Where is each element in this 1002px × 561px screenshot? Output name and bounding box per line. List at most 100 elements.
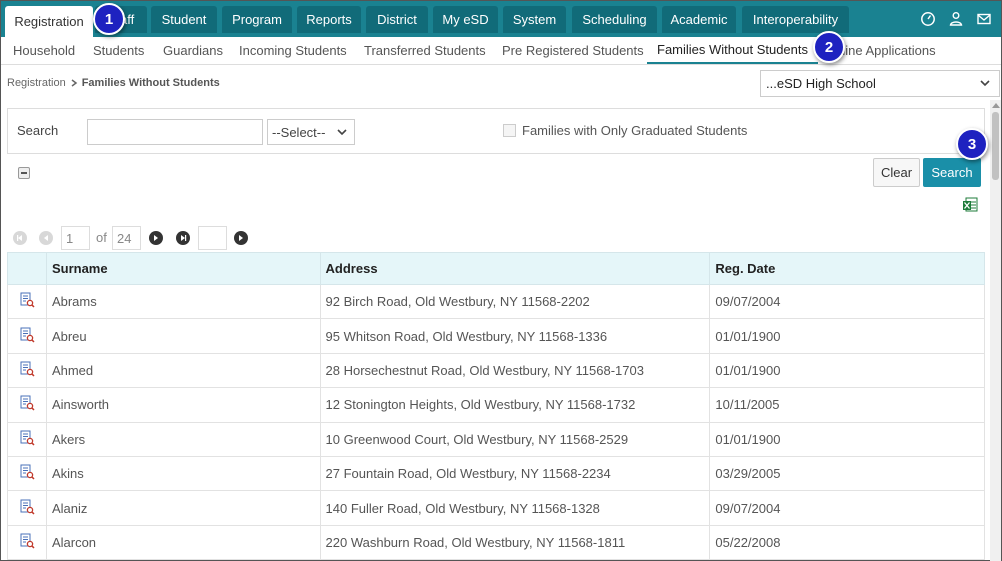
families-table: Surname Address Reg. Date Abrams 92 Birch… <box>7 252 985 561</box>
subtab-household[interactable]: Household <box>13 37 75 64</box>
search-type-select[interactable]: --Select-- <box>267 119 355 145</box>
goto-page-icon[interactable] <box>234 231 248 245</box>
prev-page-icon[interactable] <box>39 231 53 245</box>
subtab-pre-registered-students[interactable]: Pre Registered Students <box>502 37 644 64</box>
search-panel: Search --Select-- Families with Only Gra… <box>7 108 985 154</box>
total-pages: 24 <box>112 226 141 250</box>
subtab-incoming-students[interactable]: Incoming Students <box>239 37 347 64</box>
view-family-icon[interactable] <box>7 422 47 457</box>
callout-marker-1: 1 <box>93 3 125 35</box>
table-row[interactable]: Alarcon 220 Washburn Road, Old Westbury, … <box>7 525 985 561</box>
search-button[interactable]: Search <box>923 158 981 187</box>
address-cell: 27 Fountain Road, Old Westbury, NY 11568… <box>320 456 711 492</box>
column-header-address[interactable]: Address <box>319 252 711 285</box>
subtab-guardians[interactable]: Guardians <box>163 37 223 64</box>
surname-cell: Ainsworth <box>46 387 321 423</box>
tab-my-esd[interactable]: My eSD <box>433 6 498 33</box>
column-header-surname[interactable]: Surname <box>45 252 321 285</box>
address-cell: 92 Birch Road, Old Westbury, NY 11568-22… <box>320 284 711 320</box>
tab-academic[interactable]: Academic <box>662 6 736 33</box>
address-cell: 140 Fuller Road, Old Westbury, NY 11568-… <box>320 490 711 526</box>
view-family-icon[interactable] <box>7 490 47 526</box>
view-family-icon[interactable] <box>7 456 47 492</box>
sub-nav: Household Students Guardians Incoming St… <box>1 37 1001 65</box>
column-header-reg-date[interactable]: Reg. Date <box>709 252 985 285</box>
table-row[interactable]: Ahmed 28 Horsechestnut Road, Old Westbury… <box>7 353 985 389</box>
surname-cell: Abrams <box>46 284 321 320</box>
first-page-icon[interactable] <box>13 231 27 245</box>
reg-date-cell: 05/22/2008 <box>709 525 985 561</box>
surname-cell: Alaniz <box>46 490 321 526</box>
table-row[interactable]: Akers 10 Greenwood Court, Old Westbury, N… <box>7 422 985 457</box>
table-row[interactable]: Ainsworth 12 Stonington Heights, Old West… <box>7 387 985 423</box>
tab-system[interactable]: System <box>503 6 566 33</box>
tab-student[interactable]: Student <box>151 6 217 33</box>
tab-reports[interactable]: Reports <box>297 6 361 33</box>
reg-date-cell: 03/29/2005 <box>709 456 985 492</box>
mail-icon[interactable] <box>975 10 993 28</box>
table-row[interactable]: Abreu 95 Whitson Road, Old Westbury, NY 1… <box>7 318 985 354</box>
tab-district[interactable]: District <box>366 6 428 33</box>
page-number-input[interactable]: 1 <box>61 226 90 250</box>
reg-date-cell: 10/11/2005 <box>709 387 985 423</box>
tab-program[interactable]: Program <box>222 6 292 33</box>
breadcrumb-root[interactable]: Registration <box>7 77 66 89</box>
view-family-icon[interactable] <box>7 318 47 354</box>
reg-date-cell: 01/01/1900 <box>709 422 985 457</box>
view-family-icon[interactable] <box>7 353 47 389</box>
reg-date-cell: 01/01/1900 <box>709 318 985 354</box>
last-page-icon[interactable] <box>176 231 190 245</box>
chevron-down-icon <box>980 80 990 87</box>
next-page-icon[interactable] <box>149 231 163 245</box>
callout-marker-2: 2 <box>813 31 845 63</box>
address-cell: 28 Horsechestnut Road, Old Westbury, NY … <box>320 353 711 389</box>
goto-page-input[interactable] <box>198 226 227 250</box>
pager-of-label: of <box>96 230 107 245</box>
scrollbar-thumb[interactable] <box>992 112 999 180</box>
surname-cell: Akers <box>46 422 321 457</box>
address-cell: 220 Washburn Road, Old Westbury, NY 1156… <box>320 525 711 561</box>
table-row[interactable]: Alaniz 140 Fuller Road, Old Westbury, NY … <box>7 490 985 526</box>
search-input[interactable] <box>87 119 263 145</box>
breadcrumb-current: Families Without Students <box>81 77 220 89</box>
excel-export-icon[interactable] <box>962 197 978 216</box>
reg-date-cell: 09/07/2004 <box>709 490 985 526</box>
address-cell: 10 Greenwood Court, Old Westbury, NY 115… <box>320 422 711 457</box>
search-label: Search <box>17 123 59 138</box>
reg-date-cell: 09/07/2004 <box>709 284 985 320</box>
surname-cell: Akins <box>46 456 321 492</box>
table-row[interactable]: Abrams 92 Birch Road, Old Westbury, NY 11… <box>7 284 985 320</box>
tab-interoperability[interactable]: Interoperability <box>742 6 849 33</box>
subtab-transferred-students[interactable]: Transferred Students <box>364 37 486 64</box>
callout-marker-3: 3 <box>956 128 988 160</box>
clear-button[interactable]: Clear <box>873 158 920 187</box>
table-header-row: Surname Address Reg. Date <box>7 252 985 285</box>
dashboard-icon[interactable] <box>919 10 937 28</box>
chevron-right-icon <box>71 79 77 87</box>
school-select[interactable]: ...eSD High School <box>760 70 1000 97</box>
view-family-icon[interactable] <box>7 525 47 561</box>
table-row[interactable]: Akins 27 Fountain Road, Old Westbury, NY … <box>7 456 985 492</box>
school-select-value: ...eSD High School <box>766 76 876 91</box>
collapse-icon[interactable] <box>18 167 30 179</box>
graduated-students-label: Families with Only Graduated Students <box>522 123 748 138</box>
chevron-down-icon <box>337 129 347 136</box>
tab-registration[interactable]: Registration <box>5 6 93 37</box>
subtab-students[interactable]: Students <box>93 37 144 64</box>
breadcrumb: Registration Families Without Students <box>7 77 220 89</box>
column-header-icon <box>7 252 47 285</box>
scroll-up-icon[interactable] <box>992 103 1000 108</box>
view-family-icon[interactable] <box>7 387 47 423</box>
search-type-select-value: --Select-- <box>272 124 326 140</box>
reg-date-cell: 01/01/1900 <box>709 353 985 389</box>
address-cell: 12 Stonington Heights, Old Westbury, NY … <box>320 387 711 423</box>
top-nav: Registration Staff Student Program Repor… <box>1 1 1001 37</box>
tab-scheduling[interactable]: Scheduling <box>572 6 657 33</box>
vertical-scrollbar[interactable] <box>990 100 1001 561</box>
subtab-families-without-students[interactable]: Families Without Students <box>647 37 819 64</box>
surname-cell: Abreu <box>46 318 321 354</box>
graduated-students-checkbox[interactable] <box>503 124 516 137</box>
address-cell: 95 Whitson Road, Old Westbury, NY 11568-… <box>320 318 711 354</box>
user-settings-icon[interactable] <box>947 10 965 28</box>
view-family-icon[interactable] <box>7 284 47 320</box>
